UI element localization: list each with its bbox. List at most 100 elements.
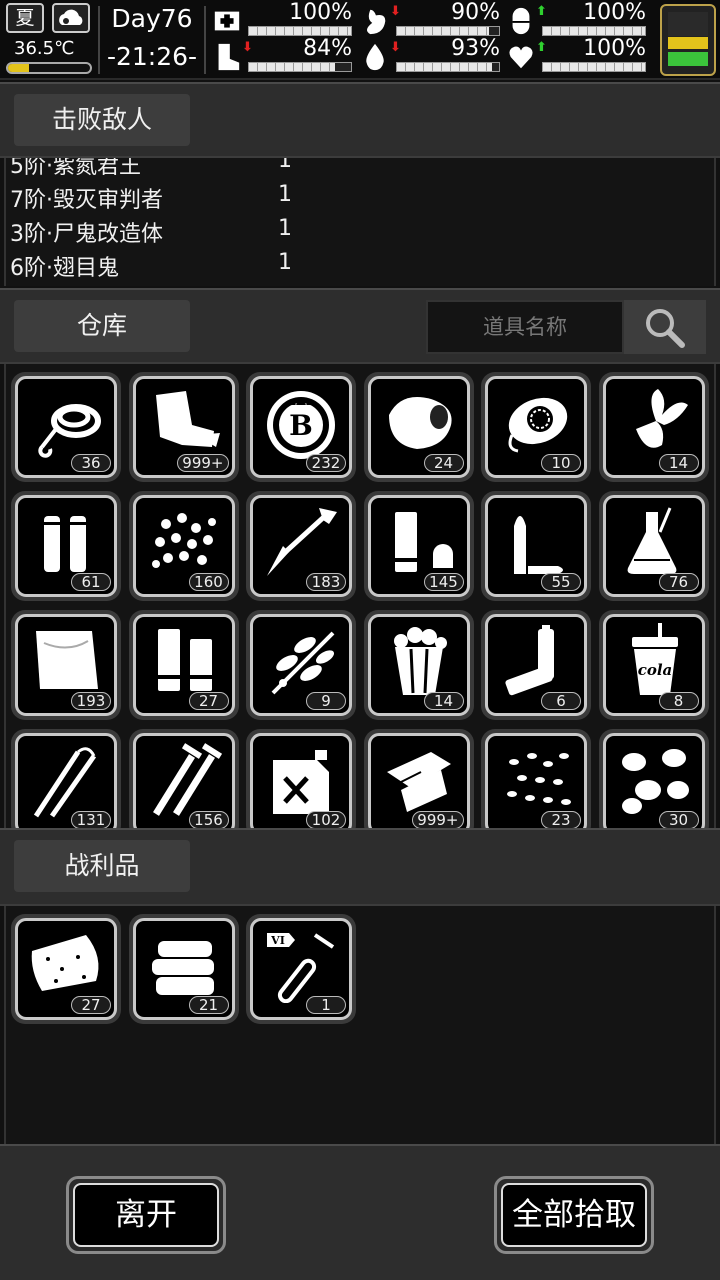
stat-value: 100% xyxy=(583,36,646,61)
item-slot[interactable]: 9 xyxy=(246,610,356,720)
item-quantity: 27 xyxy=(188,692,229,710)
item-quantity: 232 xyxy=(306,454,346,472)
item-quantity: 21 xyxy=(188,996,229,1014)
defeated-header: 击败敌人 xyxy=(0,82,720,158)
warehouse-grid[interactable]: 36 999+ B 232 24 10 14 61 160 183 145 55 76 193 27 9 14 6… xyxy=(4,364,716,828)
folded-cloth-icon xyxy=(151,941,214,995)
item-slot[interactable]: 6 xyxy=(481,610,591,720)
item-slot[interactable]: 27 xyxy=(11,914,121,1024)
item-slot[interactable]: 999+ xyxy=(363,729,474,828)
item-slot[interactable]: 14 xyxy=(363,610,474,720)
stat-bar xyxy=(396,26,500,36)
batteries-icon xyxy=(505,625,554,696)
item-quantity: 61 xyxy=(71,573,111,591)
item-quantity: 160 xyxy=(188,573,229,591)
item-slot[interactable]: 160 xyxy=(128,491,239,601)
item-slot[interactable]: 36 xyxy=(11,372,121,482)
loot-grid[interactable]: 27 21 VI 1 xyxy=(4,906,716,1144)
warehouse-tab[interactable]: 仓库 xyxy=(14,300,190,352)
item-slot[interactable]: 30 xyxy=(598,729,709,828)
item-slot[interactable]: B 232 xyxy=(246,372,356,482)
item-quantity: 183 xyxy=(306,573,346,591)
trend-up-icon: ⬆ xyxy=(536,40,547,55)
item-slot[interactable]: 10 xyxy=(481,372,591,482)
item-slot[interactable]: 76 xyxy=(598,491,709,601)
search-button[interactable] xyxy=(624,300,706,354)
item-slot[interactable]: 131 xyxy=(11,729,121,828)
item-quantity: 10 xyxy=(541,454,581,472)
stat-value: 100% xyxy=(583,0,646,25)
leave-button[interactable]: 离开 xyxy=(66,1176,226,1254)
stat-medkit: 100% xyxy=(212,0,352,38)
pill-icon xyxy=(512,7,530,35)
item-quantity: 9 xyxy=(306,692,346,710)
stat-bar xyxy=(396,62,500,72)
take-all-button[interactable]: 全部拾取 xyxy=(494,1176,654,1254)
loot-tab[interactable]: 战利品 xyxy=(14,840,190,892)
stat-pill: ⬆ 100% xyxy=(506,0,646,38)
item-quantity: 145 xyxy=(423,573,464,591)
item-slot[interactable]: VI 1 xyxy=(246,914,356,1024)
rope-icon xyxy=(38,404,101,458)
stat-stomach: ⬇ 90% xyxy=(360,0,500,38)
item-slot[interactable]: 999+ xyxy=(128,372,239,482)
temperature-bar xyxy=(6,62,92,74)
item-quantity: 55 xyxy=(541,573,581,591)
trend-down-icon: ⬇ xyxy=(242,40,253,55)
fuel-can-icon xyxy=(273,750,329,814)
trend-down-icon: ⬇ xyxy=(390,40,401,55)
defeated-enemies-list[interactable]: 5阶·紫氮君王 1 7阶·毁灭审判者 1 3阶·尸鬼改造体 1 6阶·翅目鬼 1 xyxy=(4,158,716,286)
stat-bar xyxy=(542,26,646,36)
turbine-part-icon xyxy=(508,397,568,453)
enemy-count: 1 xyxy=(278,216,292,241)
item-slot[interactable]: 21 xyxy=(128,914,239,1024)
item-slot[interactable]: 14 xyxy=(598,372,709,482)
loot-header: 战利品 xyxy=(0,828,720,906)
cloth-rags-icon xyxy=(155,391,220,447)
water-drop-icon xyxy=(366,43,384,71)
item-slot[interactable]: 183 xyxy=(246,491,356,601)
arrow-icon xyxy=(267,508,337,576)
enemy-count: 1 xyxy=(278,158,292,173)
defeated-enemies-tab[interactable]: 击败敌人 xyxy=(14,94,190,146)
weather-cloudy-icon xyxy=(52,3,90,33)
item-quantity: 14 xyxy=(423,692,464,710)
item-quantity: 36 xyxy=(71,454,111,472)
item-slot[interactable]: 55 xyxy=(481,491,591,601)
nuts-icon xyxy=(621,749,689,814)
item-quantity: 14 xyxy=(658,454,699,472)
item-quantity: 999+ xyxy=(412,811,464,828)
item-slot[interactable]: 61 xyxy=(11,491,121,601)
item-slot[interactable]: cola 8 xyxy=(598,610,709,720)
item-slot[interactable]: 102 xyxy=(246,729,356,828)
svg-text:B: B xyxy=(289,409,313,442)
item-quantity: 76 xyxy=(658,573,699,591)
game-clock: -21:26- xyxy=(106,42,198,71)
search-input[interactable]: 道具名称 xyxy=(426,300,624,354)
warehouse-header: 仓库 道具名称 xyxy=(0,288,720,364)
stat-value: 93% xyxy=(451,36,500,61)
divider xyxy=(98,6,100,74)
enemy-name: 7阶·毁灭审判者 xyxy=(10,188,163,213)
paper-sheets-icon xyxy=(386,752,451,812)
item-quantity: 30 xyxy=(658,811,699,828)
item-quantity: 999+ xyxy=(177,454,229,472)
battery-icon xyxy=(660,4,716,76)
enemy-count: 1 xyxy=(278,182,292,207)
enemy-name: 3阶·尸鬼改造体 xyxy=(10,222,163,247)
cola-cup-icon: cola xyxy=(631,623,678,695)
item-slot[interactable]: 27 xyxy=(128,610,239,720)
bullet-icon xyxy=(514,516,563,574)
item-slot[interactable]: 23 xyxy=(481,729,591,828)
enemy-row: 7阶·毁灭审判者 1 xyxy=(10,182,310,216)
item-quantity: 131 xyxy=(71,811,111,828)
heart-icon xyxy=(509,46,533,69)
item-slot[interactable]: 24 xyxy=(363,372,474,482)
item-slot[interactable]: 156 xyxy=(128,729,239,828)
item-slot[interactable]: 193 xyxy=(11,610,121,720)
item-slot[interactable]: 145 xyxy=(363,491,474,601)
item-quantity: 156 xyxy=(188,811,229,828)
item-quantity: 1 xyxy=(306,996,346,1014)
rifle-ammo-icon xyxy=(44,516,86,572)
item-quantity: 193 xyxy=(71,692,111,710)
